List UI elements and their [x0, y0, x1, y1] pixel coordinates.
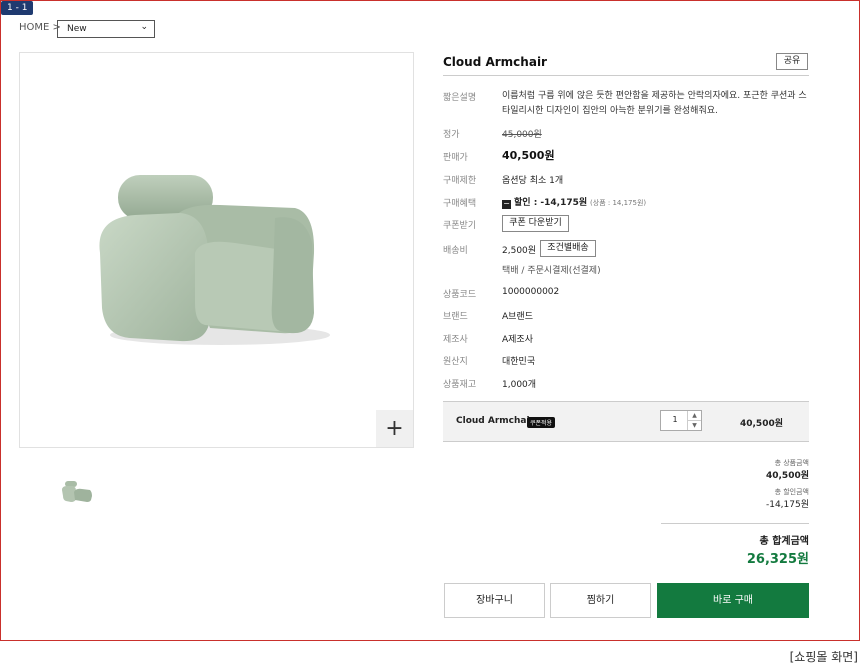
list-price-label: 정가	[443, 130, 460, 140]
grand-total: 26,325원	[746, 552, 809, 567]
purchase-limit: 옵션당 최소 1개	[502, 176, 564, 186]
product-total: 40,500원	[765, 471, 809, 481]
grand-total-label: 총 합계금액	[759, 536, 809, 547]
origin: 대한민국	[502, 357, 536, 367]
benefit-detail: (상품 : 14,175원)	[590, 199, 647, 207]
breadcrumb-home[interactable]: HOME >	[19, 22, 61, 33]
brand: A브랜드	[502, 312, 533, 322]
chevron-down-icon[interactable]: ▼	[688, 421, 701, 430]
sale-price: 40,500원	[502, 149, 555, 162]
chevron-up-icon[interactable]: ▲	[688, 411, 701, 421]
quantity-stepper[interactable]: 1 ▲ ▼	[660, 410, 702, 431]
discount-total: -14,175원	[765, 500, 809, 510]
coupon-applied-badge: 쿠폰적용	[527, 417, 556, 428]
coupon-download-button[interactable]: 쿠폰 다운받기	[502, 215, 569, 232]
list-price: 45,000원	[502, 130, 542, 140]
product-total-label: 총 상품금액	[774, 459, 809, 467]
add-to-cart-button[interactable]: 장바구니	[444, 583, 545, 618]
product-image: +	[19, 52, 414, 448]
buy-now-button[interactable]: 바로 구매	[657, 583, 809, 618]
shipping-condition-button[interactable]: 조건별배송	[540, 240, 596, 257]
code-label: 상품코드	[443, 290, 477, 300]
share-button[interactable]: 공유	[776, 53, 808, 70]
coupon-label: 쿠폰받기	[443, 221, 477, 231]
stock-label: 상품재고	[443, 380, 477, 390]
product-code: 1000000002	[502, 287, 560, 297]
product-thumbnail[interactable]	[60, 478, 94, 504]
benefit-discount: 할인 : -14,175원	[514, 198, 588, 208]
discount-total-label: 총 할인금액	[774, 488, 809, 496]
chevron-down-icon: ⌄	[140, 22, 148, 32]
origin-label: 원산지	[443, 357, 468, 367]
brand-label: 브랜드	[443, 312, 468, 322]
shipping-method: 택배 / 주문시결제(선결제)	[502, 266, 601, 276]
benefit: − 할인 : -14,175원 (상품 : 14,175원)	[502, 195, 646, 209]
option-name: Cloud Armchair	[456, 416, 534, 426]
maker: A제조사	[502, 335, 533, 345]
benefit-label: 구매혜택	[443, 199, 477, 209]
minus-icon[interactable]: −	[502, 200, 511, 209]
quantity-value[interactable]: 1	[661, 415, 689, 424]
desc-label: 짧은설명	[443, 93, 477, 103]
screen-caption: [쇼핑몰 화면]	[789, 650, 858, 664]
product-description: 이름처럼 구름 위에 앉은 듯한 편안함을 제공하는 안락의자에요. 포근한 쿠…	[502, 91, 807, 116]
option-price: 40,500원	[739, 419, 783, 429]
category-select[interactable]: New ⌄	[57, 20, 155, 38]
shipping-label: 배송비	[443, 246, 468, 256]
limit-label: 구매제한	[443, 176, 477, 186]
plus-icon[interactable]: +	[376, 410, 413, 447]
wishlist-button[interactable]: 찜하기	[550, 583, 651, 618]
selected-option-row: Cloud Armchair 쿠폰적용 1 ▲ ▼ 40,500원	[443, 401, 809, 442]
shipping-fee: 2,500원	[502, 246, 537, 256]
maker-label: 제조사	[443, 335, 468, 345]
stock: 1,000개	[502, 380, 537, 390]
product-title: Cloud Armchair	[443, 55, 547, 69]
total-divider	[661, 523, 809, 524]
title-divider	[443, 75, 809, 76]
armchair-image	[99, 175, 330, 345]
screen-tag: 1 - 1	[1, 1, 34, 15]
sale-price-label: 판매가	[443, 153, 468, 163]
category-select-value: New	[67, 24, 87, 34]
